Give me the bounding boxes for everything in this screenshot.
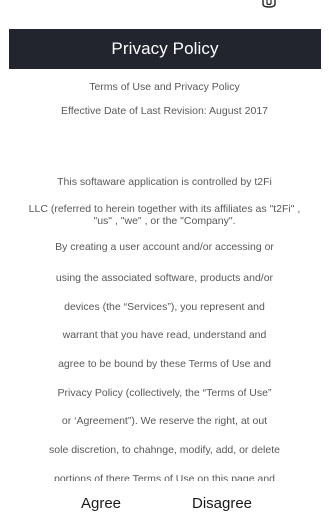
policy-line: portions of there Terms of Use on this p… <box>53 473 276 481</box>
policy-line: "us" , "we" , or the "Company". <box>93 215 236 227</box>
policy-line: agree to be bound by these Terms of Use … <box>58 358 271 370</box>
policy-line: using the associated software, products … <box>55 272 274 284</box>
policy-line: This softaware application is controlled… <box>57 176 272 188</box>
policy-line: or ‘Agreement”). We reserve the right, a… <box>61 415 268 427</box>
policy-line: warrant that you have read, understand a… <box>62 329 267 341</box>
disagree-button[interactable]: Disagree <box>184 489 260 518</box>
effective-date: Effective Date of Last Revision: August … <box>60 105 269 117</box>
status-icon <box>262 0 276 8</box>
privacy-policy-screen: Privacy Policy Terms of Use and Privacy … <box>0 0 329 531</box>
document-heading: Terms of Use and Privacy Policy <box>89 81 240 93</box>
policy-line: By creating a user account and/or access… <box>55 241 274 253</box>
policy-line: sole discretion, to chahnge, modify, add… <box>49 444 280 456</box>
policy-line: devices (the “Services”), you represent … <box>64 301 265 313</box>
policy-line: LLC (referred to herein together with it… <box>28 203 301 215</box>
action-bar: Agree Disagree <box>0 489 329 525</box>
policy-text-area[interactable]: Terms of Use and Privacy Policy Effectiv… <box>0 69 329 481</box>
page-title: Privacy Policy <box>111 39 219 58</box>
policy-line: Privacy Policy (collectively, the “Terms… <box>57 387 272 399</box>
agree-button[interactable]: Agree <box>73 489 129 518</box>
title-bar: Privacy Policy <box>9 29 321 69</box>
